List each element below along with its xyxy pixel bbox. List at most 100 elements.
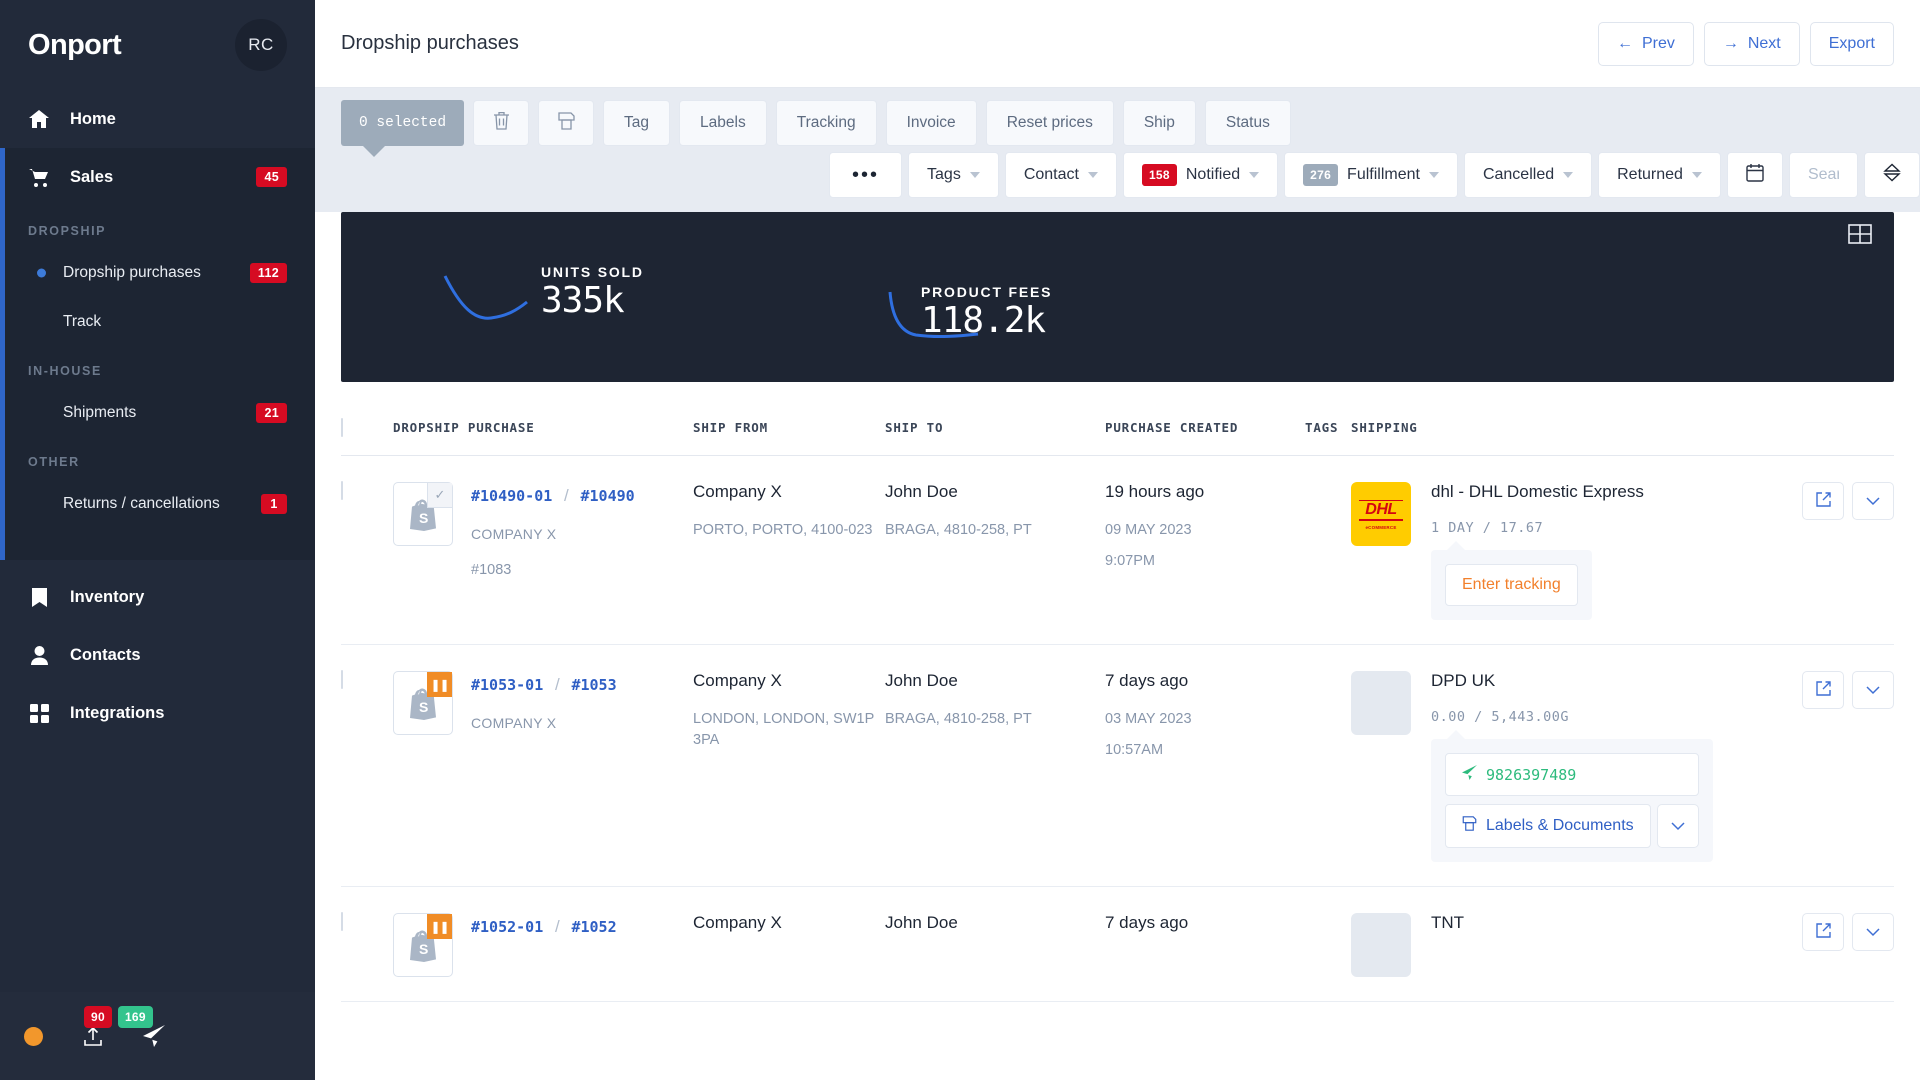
sidebar-lower-nav: Inventory Contacts Integrations [0,560,315,742]
sidebar-section-sales: Sales 45 DROPSHIP Dropship purchases 112… [0,148,315,560]
ship-from-name: Company X [693,913,782,932]
tag-button[interactable]: Tag [603,100,671,146]
column-header-ship-to[interactable]: SHIP TO [885,420,1105,435]
filter-label: Fulfillment [1347,166,1420,183]
ship-button[interactable]: Ship [1122,100,1196,146]
labels-documents-button[interactable]: Labels & Documents [1445,804,1651,848]
sidebar-item-home[interactable]: Home [0,90,315,148]
ship-from-name: Company X [693,482,782,501]
next-button[interactable]: → Next [1703,21,1800,66]
open-external-button[interactable] [1802,482,1844,520]
open-external-button[interactable] [1802,913,1844,951]
export-button[interactable]: Export [1809,21,1894,66]
shopify-thumbnail: S ❚❚ [393,671,453,735]
column-header-dropship-purchase[interactable]: DROPSHIP PURCHASE [393,420,693,435]
invoice-button[interactable]: Invoice [885,100,977,146]
row-checkbox[interactable] [341,481,343,500]
filter-cancelled[interactable]: Cancelled [1463,152,1593,198]
sidebar-item-inventory[interactable]: Inventory [0,568,315,626]
carrier-name: DPD UK [1431,671,1496,690]
stat-product-fees: PRODUCT FEES 118.2k [886,284,1052,343]
carrier-logo-placeholder-icon [1351,671,1411,735]
rocket-icon[interactable] [143,1025,165,1047]
delete-button[interactable] [473,100,530,146]
sidebar-item-label: Contacts [70,645,141,664]
sort-button[interactable] [1864,152,1920,198]
tracking-button[interactable]: Tracking [775,100,877,146]
column-header-purchase-created[interactable]: PURCHASE CREATED [1105,420,1305,435]
ship-to-name: John Doe [885,913,958,932]
order-id-link[interactable]: #1052 [571,918,616,936]
ship-to-address: BRAGA, 4810-258, PT [885,522,1032,538]
column-header-shipping[interactable]: SHIPPING [1351,420,1894,435]
order-id-link[interactable]: #1053 [571,676,616,694]
filter-fulfillment[interactable]: 276 Fulfillment [1284,152,1458,198]
sidebar-badge-shipments: 21 [256,402,287,423]
sidebar-item-contacts[interactable]: Contacts [0,626,315,684]
footer-badge-success: 169 [117,1006,153,1028]
purchase-id-link[interactable]: #1053-01 [471,676,543,694]
row-select-cell [341,670,393,862]
tracking-number: 9826397489 [1486,765,1577,784]
filter-notified[interactable]: 158 Notified [1122,152,1279,198]
sidebar-item-integrations[interactable]: Integrations [0,684,315,742]
expand-row-button[interactable] [1852,913,1894,951]
expand-row-button[interactable] [1852,671,1894,709]
sidebar-item-sales[interactable]: Sales 45 [5,148,315,206]
stat-value: 335k [541,280,625,321]
sidebar-item-dropship-purchases[interactable]: Dropship purchases 112 [5,248,315,297]
tracking-number-button[interactable]: 9826397489 [1445,753,1699,796]
reset-prices-button[interactable]: Reset prices [985,100,1114,146]
print-button[interactable] [538,100,595,146]
created-relative: 7 days ago [1105,671,1189,690]
row-checkbox[interactable] [341,670,343,689]
purchase-id-link[interactable]: #1052-01 [471,918,543,936]
more-filters-button[interactable]: ••• [829,152,903,198]
app-logo[interactable]: Onport [28,29,122,62]
date-filter-button[interactable] [1726,152,1783,198]
purchase-id-link[interactable]: #10490-01 [471,487,552,505]
search-input[interactable] [1807,166,1839,184]
column-header-tags[interactable]: TAGS [1305,420,1351,435]
search-box[interactable] [1788,152,1858,198]
order-id-link[interactable]: #10490 [580,487,634,505]
prev-button[interactable]: ← Prev [1597,21,1694,66]
upload-icon[interactable] [83,1026,103,1047]
row-select-cell [341,912,393,977]
table-row[interactable]: S ✓ #10490-01 / #10490 COMPANY X #1083 C… [341,456,1894,645]
grid-view-icon[interactable] [1848,224,1872,249]
filter-returned[interactable]: Returned [1598,152,1721,198]
labels-button[interactable]: Labels [679,100,767,146]
select-all-checkbox[interactable] [341,417,343,437]
status-pause-icon: ❚❚ [427,914,452,939]
enter-tracking-button[interactable]: Enter tracking [1445,564,1578,606]
avatar[interactable]: RC [235,19,287,71]
sidebar-item-shipments[interactable]: Shipments 21 [5,388,315,437]
row-actions [1802,482,1894,520]
sidebar-item-track[interactable]: Track [5,297,315,346]
table-row[interactable]: S ❚❚ #1053-01 / #1053 COMPANY X Company … [341,645,1894,887]
cell-dropship-purchase: S ❚❚ #1053-01 / #1053 COMPANY X [393,671,693,862]
chevron-down-icon [1671,819,1685,834]
sidebar-item-label: Home [70,109,116,128]
open-external-button[interactable] [1802,671,1844,709]
page-topbar: Dropship purchases ← Prev → Next Export [315,0,1920,88]
orange-status-dot-icon[interactable] [24,1026,43,1046]
stat-units-sold: UNITS SOLD 335k [441,264,644,323]
expand-row-button[interactable] [1852,482,1894,520]
page-title: Dropship purchases [341,32,519,54]
filter-tags[interactable]: Tags [908,152,999,198]
row-checkbox[interactable] [341,912,343,931]
labels-documents-dropdown-button[interactable] [1656,804,1699,848]
labels-documents-group: Labels & Documents [1445,804,1699,848]
filter-contact[interactable]: Contact [1004,152,1117,198]
status-button[interactable]: Status [1204,100,1291,146]
sidebar-badge-dropship-purchases: 112 [249,262,287,283]
page-actions: ← Prev → Next Export [1597,21,1894,66]
sidebar-item-label: Dropship purchases [63,263,201,281]
table-row[interactable]: S ❚❚ #1052-01 / #1052 Company X John Doe… [341,887,1894,1002]
ship-to-name: John Doe [885,671,958,690]
column-header-ship-from[interactable]: SHIP FROM [693,420,885,435]
sidebar-item-returns-cancellations[interactable]: Returns / cancellations 1 [5,479,315,528]
cell-shipping: DHL eCOMMERCE dhl - DHL Domestic Express… [1351,482,1894,620]
